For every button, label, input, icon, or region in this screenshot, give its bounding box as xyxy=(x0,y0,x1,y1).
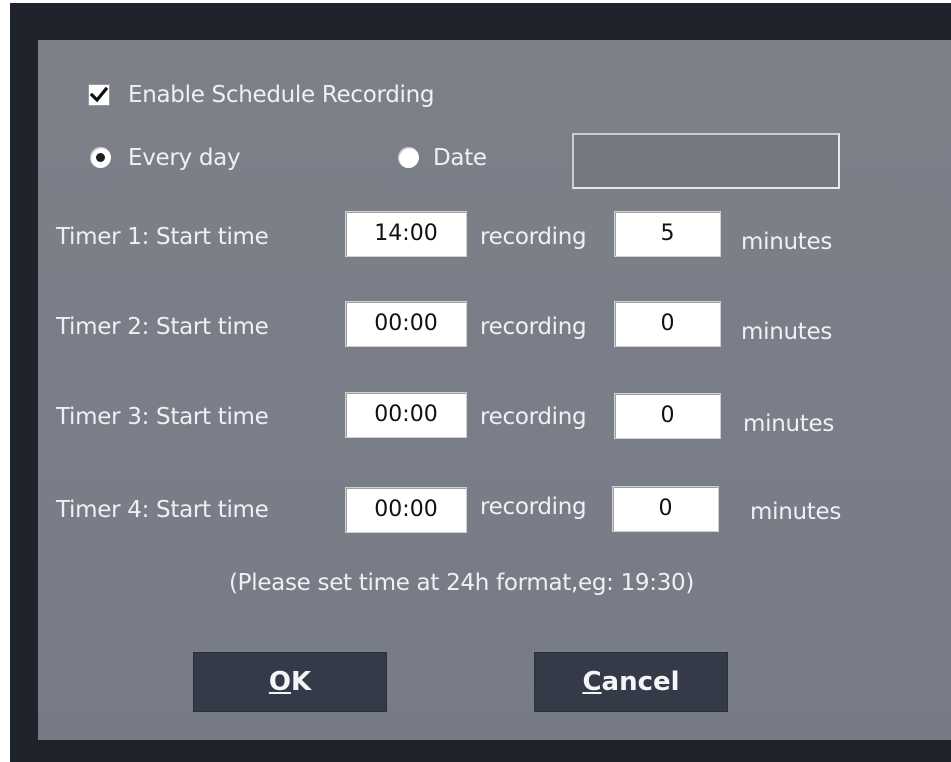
timer-2-duration-input[interactable]: 0 xyxy=(614,301,721,347)
cancel-button-mnemonic: C xyxy=(582,667,602,697)
timer-3-duration-input[interactable]: 0 xyxy=(614,393,721,439)
timer-1-unit-label: minutes xyxy=(741,229,833,255)
timer-2-label: Timer 2: Start time xyxy=(56,314,269,340)
timer-4-label: Timer 4: Start time xyxy=(56,497,269,523)
timer-4-start-input[interactable]: 00:00 xyxy=(345,487,467,533)
ok-button[interactable]: OK xyxy=(193,652,387,712)
timer-4-unit-label: minutes xyxy=(750,499,842,525)
timer-3-unit-label: minutes xyxy=(743,411,835,437)
timer-2-unit-label: minutes xyxy=(741,319,833,345)
time-format-hint: (Please set time at 24h format,eg: 19:30… xyxy=(229,570,695,596)
every-day-label: Every day xyxy=(128,145,241,171)
cancel-button-label: ancel xyxy=(601,667,680,697)
timer-4-recording-label: recording xyxy=(480,494,587,520)
timer-1-start-input[interactable]: 14:00 xyxy=(345,211,467,257)
enable-schedule-label: Enable Schedule Recording xyxy=(128,82,435,108)
timer-1-recording-label: recording xyxy=(480,224,587,250)
date-radio[interactable] xyxy=(398,147,419,168)
date-picker[interactable] xyxy=(572,133,840,189)
timer-1-duration-input[interactable]: 5 xyxy=(614,211,721,257)
ok-button-label: K xyxy=(290,667,312,697)
timer-3-recording-label: recording xyxy=(480,404,587,430)
every-day-radio[interactable] xyxy=(90,147,111,168)
enable-schedule-checkbox[interactable] xyxy=(88,84,110,106)
checkmark-icon xyxy=(90,86,108,103)
ok-button-mnemonic: O xyxy=(268,667,291,697)
timer-3-label: Timer 3: Start time xyxy=(56,404,269,430)
timer-4-duration-input[interactable]: 0 xyxy=(612,486,719,532)
timer-2-start-input[interactable]: 00:00 xyxy=(345,301,467,347)
cancel-button[interactable]: Cancel xyxy=(534,652,728,712)
timer-2-recording-label: recording xyxy=(480,314,587,340)
timer-1-label: Timer 1: Start time xyxy=(56,224,269,250)
date-label: Date xyxy=(433,145,487,171)
timer-3-start-input[interactable]: 00:00 xyxy=(345,392,467,438)
radio-selected-dot xyxy=(96,153,105,162)
